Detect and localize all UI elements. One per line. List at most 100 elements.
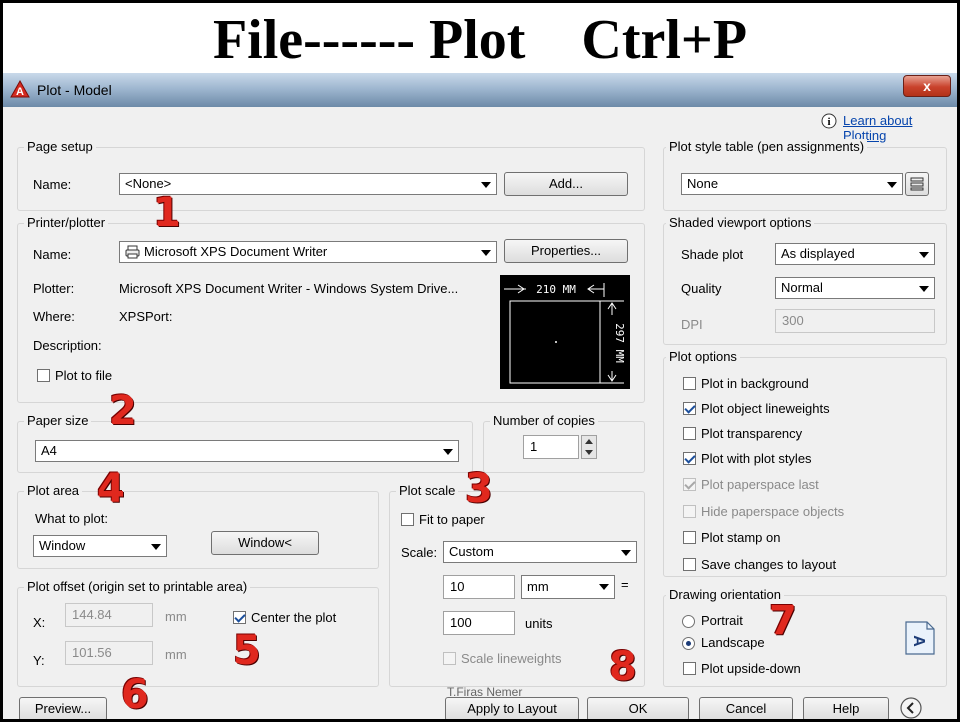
chevron-down-icon bbox=[621, 550, 631, 556]
dpi-label: DPI bbox=[681, 317, 703, 332]
printer-name-select[interactable]: Microsoft XPS Document Writer bbox=[119, 241, 497, 263]
offset-y-input[interactable]: 101.56 bbox=[65, 641, 153, 665]
annotation-number: 4 bbox=[97, 466, 125, 512]
plot-upside-down-checkbox[interactable] bbox=[683, 662, 696, 675]
paper-size-select[interactable]: A4 bbox=[35, 440, 459, 462]
edit-plot-style-button[interactable] bbox=[905, 172, 929, 196]
plot-with-plot-styles-checkbox[interactable] bbox=[683, 452, 696, 465]
plot-object-lineweights-checkbox[interactable] bbox=[683, 402, 696, 415]
scale-mm-input[interactable]: 10 bbox=[443, 575, 515, 599]
plot-offset-group: Plot offset (origin set to printable are… bbox=[17, 579, 379, 687]
save-changes-to-layout-checkbox[interactable] bbox=[683, 558, 696, 571]
offset-x-unit: mm bbox=[165, 609, 187, 624]
paper-preview-drawing: 210 MM 297 MM bbox=[504, 283, 626, 384]
center-the-plot-checkbox[interactable] bbox=[233, 611, 246, 624]
properties-button[interactable]: Properties... bbox=[504, 239, 628, 263]
orientation-preview-icon: A bbox=[905, 621, 935, 655]
printer-name-label: Name: bbox=[33, 247, 72, 262]
page-setup-name-value: <None> bbox=[125, 176, 172, 191]
plot-style-table-value: None bbox=[687, 176, 719, 191]
copies-spinner[interactable] bbox=[581, 435, 597, 459]
screenshot-frame: File------ Plot Ctrl+P A Plot - Model x … bbox=[0, 0, 960, 722]
plot-option-label: Plot with plot styles bbox=[701, 451, 812, 466]
annotation-number: 2 bbox=[109, 388, 137, 434]
plot-to-file-checkbox[interactable] bbox=[37, 369, 50, 382]
plot-option-label: Plot paperspace last bbox=[701, 477, 819, 492]
scale-lineweights-checkbox[interactable] bbox=[443, 652, 456, 665]
drawing-orientation-label: Drawing orientation bbox=[666, 587, 785, 602]
copies-input[interactable]: 1 bbox=[523, 435, 579, 459]
window-titlebar[interactable]: A Plot - Model x bbox=[3, 73, 957, 107]
shaded-viewport-label: Shaded viewport options bbox=[666, 215, 815, 230]
scale-unit-select[interactable]: mm bbox=[521, 575, 615, 599]
close-button[interactable]: x bbox=[903, 75, 951, 97]
plot-option-label: Plot in background bbox=[701, 376, 809, 391]
help-button[interactable]: Help bbox=[803, 697, 889, 719]
plotter-value: Microsoft XPS Document Writer - Windows … bbox=[119, 281, 459, 296]
shade-plot-value: As displayed bbox=[781, 246, 855, 261]
page-setup-name-label: Name: bbox=[33, 177, 72, 192]
chevron-down-icon bbox=[919, 286, 929, 292]
offset-x-input[interactable]: 144.84 bbox=[65, 603, 153, 627]
plot-option-label: Plot stamp on bbox=[701, 530, 781, 545]
plot-in-background-checkbox[interactable] bbox=[683, 377, 696, 390]
plot-option-label: Plot object lineweights bbox=[701, 401, 830, 416]
cancel-button[interactable]: Cancel bbox=[699, 697, 793, 719]
landscape-label: Landscape bbox=[701, 635, 765, 650]
chevron-down-icon bbox=[887, 182, 897, 188]
add-button[interactable]: Add... bbox=[504, 172, 628, 196]
plot-upside-down-label: Plot upside-down bbox=[701, 661, 801, 676]
plot-options-label: Plot options bbox=[666, 349, 740, 364]
scale-units-input[interactable]: 100 bbox=[443, 611, 515, 635]
svg-text:A: A bbox=[910, 635, 927, 647]
scale-equals: = bbox=[621, 577, 629, 592]
collapse-options-icon[interactable] bbox=[899, 696, 923, 720]
svg-text:A: A bbox=[16, 86, 24, 98]
plot-area-label: Plot area bbox=[24, 483, 83, 498]
landscape-radio[interactable] bbox=[682, 637, 695, 650]
svg-text:i: i bbox=[827, 116, 830, 128]
plot-paperspace-last-checkbox[interactable] bbox=[683, 478, 696, 491]
printer-plotter-label: Printer/plotter bbox=[24, 215, 109, 230]
chevron-down-icon bbox=[443, 449, 453, 455]
hide-paperspace-objects-checkbox[interactable] bbox=[683, 505, 696, 518]
offset-y-label: Y: bbox=[33, 653, 45, 668]
plot-area-group: Plot area bbox=[17, 483, 379, 569]
plot-scale-label: Plot scale bbox=[396, 483, 459, 498]
shade-plot-select[interactable]: As displayed bbox=[775, 243, 935, 265]
chevron-down-icon bbox=[599, 584, 609, 590]
scale-value: Custom bbox=[449, 544, 494, 559]
plot-to-file-label: Plot to file bbox=[55, 368, 113, 383]
plot-style-table-select[interactable]: None bbox=[681, 173, 903, 195]
center-the-plot-label: Center the plot bbox=[251, 610, 337, 625]
plot-stamp-on-checkbox[interactable] bbox=[683, 531, 696, 544]
where-value: XPSPort: bbox=[119, 309, 173, 324]
offset-y-unit: mm bbox=[165, 647, 187, 662]
page-title: File------ Plot Ctrl+P bbox=[212, 9, 748, 71]
plot-option-label: Save changes to layout bbox=[701, 557, 837, 572]
portrait-radio[interactable] bbox=[682, 615, 695, 628]
fit-to-paper-label: Fit to paper bbox=[419, 512, 485, 527]
page-setup-label: Page setup bbox=[24, 139, 96, 154]
paper-width-text: 210 MM bbox=[536, 283, 576, 296]
scale-unit-value: mm bbox=[527, 579, 549, 594]
quality-value: Normal bbox=[781, 280, 823, 295]
what-to-plot-value: Window bbox=[39, 538, 86, 553]
apply-to-layout-button[interactable]: Apply to Layout bbox=[445, 697, 579, 719]
ok-button[interactable]: OK bbox=[587, 697, 689, 719]
quality-select[interactable]: Normal bbox=[775, 277, 935, 299]
printer-icon bbox=[125, 245, 140, 259]
preview-button[interactable]: Preview... bbox=[19, 697, 107, 719]
scale-units-label: units bbox=[525, 616, 553, 631]
dpi-input[interactable]: 300 bbox=[775, 309, 935, 333]
paper-size-value: A4 bbox=[41, 443, 57, 458]
copies-label: Number of copies bbox=[490, 413, 598, 428]
plot-option-label: Hide paperspace objects bbox=[701, 504, 845, 519]
window-pick-button[interactable]: Window< bbox=[211, 531, 319, 555]
what-to-plot-select[interactable]: Window bbox=[33, 535, 167, 557]
portrait-label: Portrait bbox=[701, 613, 743, 628]
fit-to-paper-checkbox[interactable] bbox=[401, 513, 414, 526]
plot-offset-label: Plot offset (origin set to printable are… bbox=[24, 579, 251, 594]
plot-transparency-checkbox[interactable] bbox=[683, 427, 696, 440]
scale-select[interactable]: Custom bbox=[443, 541, 637, 563]
